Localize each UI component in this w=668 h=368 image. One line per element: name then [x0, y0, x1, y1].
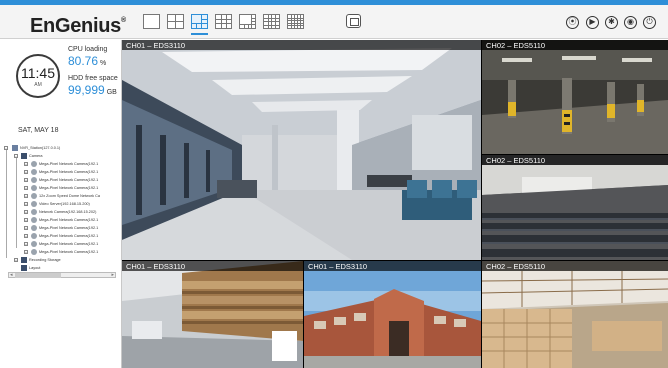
clock-time: 11:45: [21, 65, 55, 81]
location-icon[interactable]: ⦿: [566, 16, 579, 29]
fullscreen-icon[interactable]: [346, 14, 361, 28]
settings-icon[interactable]: ✱: [605, 16, 618, 29]
active-layout-indicator: [191, 33, 208, 35]
video-tile-1[interactable]: CH01 – EDS3110: [122, 40, 481, 260]
clock-ampm: AM: [34, 82, 42, 88]
tile-3-label: CH02 – EDS5110: [486, 156, 546, 165]
tree-horizontal-scrollbar[interactable]: ◂ ▸: [8, 272, 116, 278]
cpu-value: 80.76%: [68, 54, 107, 68]
camera-icon[interactable]: ◉: [624, 16, 637, 29]
parking-scene: [482, 40, 668, 154]
tile-1-label: CH01 – EDS3110: [126, 41, 186, 50]
video-tile-3[interactable]: CH02 – EDS5110: [482, 155, 668, 260]
layout-2x2-button[interactable]: [167, 14, 184, 29]
boxes-scene: [482, 261, 668, 368]
layout-5x5-button[interactable]: [287, 14, 304, 29]
layout-1plus7-button[interactable]: [239, 14, 256, 29]
building-scene: [304, 261, 481, 368]
engenius-logo: EnGenius®: [30, 15, 126, 37]
hdd-label: HDD free space: [68, 75, 118, 82]
scroll-right-icon[interactable]: ▸: [111, 272, 114, 278]
auditorium-scene: [482, 155, 668, 260]
left-panel: 11:45 AM SAT, MAY 18 CPU loading 80.76% …: [0, 40, 122, 368]
date-label: SAT, MAY 18: [18, 127, 59, 134]
nvr-app: EnGenius® ⦿ ▶ ✱ ◉ ⏻ 11:45 AM SAT, MAY 18…: [0, 0, 668, 368]
clock: 11:45 AM: [16, 54, 60, 98]
layout-3x3-button[interactable]: [215, 14, 232, 29]
layout-4x4-button[interactable]: [263, 14, 280, 29]
tile-5-label: CH01 – EDS3110: [308, 262, 368, 271]
layout-1plus5-button[interactable]: [191, 14, 208, 29]
video-grid: CH01 – EDS3110 CH02 – EDS5110 CH02 – EDS…: [122, 40, 668, 368]
play-icon[interactable]: ▶: [586, 16, 599, 29]
cpu-label: CPU loading: [68, 46, 108, 53]
header-bar: EnGenius® ⦿ ▶ ✱ ◉ ⏻: [0, 5, 668, 39]
scroll-left-icon[interactable]: ◂: [10, 272, 13, 278]
layout-1x1-button[interactable]: [143, 14, 160, 29]
scrollbar-thumb[interactable]: [15, 273, 61, 278]
power-icon[interactable]: ⏻: [643, 16, 656, 29]
tile-6-label: CH02 – EDS5110: [486, 262, 546, 271]
video-tile-6[interactable]: CH02 – EDS5110: [482, 261, 668, 368]
video-tile-5[interactable]: CH01 – EDS3110: [304, 261, 481, 368]
tile-2-label: CH02 – EDS5110: [486, 41, 546, 50]
warehouse-scene: [122, 261, 303, 368]
video-tile-2[interactable]: CH02 – EDS5110: [482, 40, 668, 154]
video-tile-4[interactable]: CH01 – EDS3110: [122, 261, 303, 368]
hdd-value: 99,999 GB: [68, 83, 117, 97]
tile-4-label: CH01 – EDS3110: [126, 262, 186, 271]
lobby-scene: [122, 40, 481, 260]
